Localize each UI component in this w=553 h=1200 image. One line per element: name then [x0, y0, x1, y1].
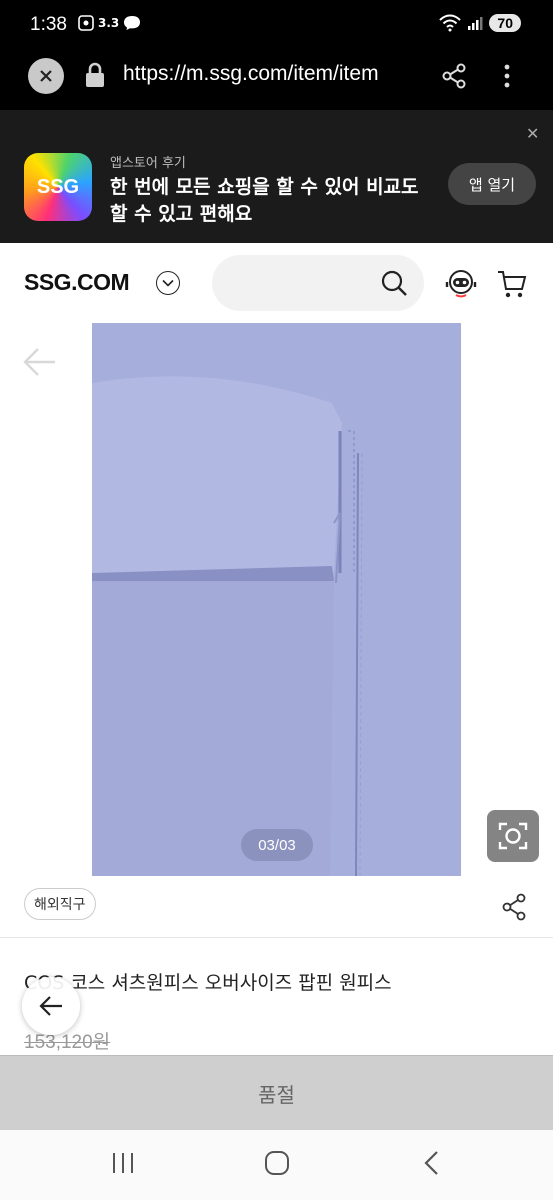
banner-subtitle: 앱스토어 후기: [110, 156, 186, 171]
product-image[interactable]: [92, 323, 461, 876]
status-bar: 1:38 3.3 70: [0, 0, 553, 52]
status-left-icons: 3.3: [78, 15, 141, 31]
product-photo: [92, 323, 461, 876]
status-time: 1:38: [30, 14, 67, 35]
share-icon[interactable]: [501, 893, 527, 921]
site-header: SSG.COM: [0, 243, 553, 323]
open-app-button[interactable]: 앱 열기: [448, 163, 536, 205]
browser-url-bar: https://m.ssg.com/item/item: [0, 52, 553, 110]
home-icon[interactable]: [264, 1150, 290, 1176]
system-navigation-bar: [0, 1130, 553, 1200]
chat-icon: [124, 16, 141, 30]
battery-indicator: 70: [489, 14, 521, 32]
soldout-button[interactable]: 품절: [0, 1055, 553, 1130]
site-logo[interactable]: SSG.COM: [24, 269, 130, 296]
product-title: COS 코스 셔츠원피스 오버사이즈 팝핀 원피스: [24, 972, 392, 994]
divider: [0, 937, 553, 938]
chevron-down-icon[interactable]: [156, 271, 180, 295]
screenshot-icon: [78, 15, 94, 31]
url-text[interactable]: https://m.ssg.com/item/item: [123, 62, 379, 86]
arrow-left-icon[interactable]: [22, 346, 58, 378]
cart-icon[interactable]: [497, 269, 527, 299]
overseas-direct-badge: 해외직구: [24, 888, 96, 920]
banner-title: 한 번에 모든 쇼핑을 할 수 있어 비교도 할 수 있고 편해요: [110, 176, 419, 225]
image-counter: 03/03: [241, 829, 313, 861]
camera-lens-icon: [498, 822, 528, 850]
ssg-app-logo: SSG: [24, 153, 92, 221]
lock-icon: [86, 62, 104, 87]
data-speed: 3.3: [98, 16, 120, 30]
search-input[interactable]: [212, 255, 424, 311]
wifi-icon: [439, 14, 462, 32]
chatbot-icon[interactable]: [444, 267, 478, 301]
app-logo-text: SSG: [36, 175, 80, 198]
arrow-left-icon: [39, 996, 62, 1016]
floating-back-button[interactable]: [22, 977, 80, 1035]
status-right-icons: 70: [439, 14, 521, 32]
visual-search-button[interactable]: [487, 810, 539, 862]
app-install-banner: SSG 앱스토어 후기 한 번에 모든 쇼핑을 할 수 있어 비교도 할 수 있…: [0, 110, 553, 243]
close-icon: [40, 70, 52, 82]
signal-icon: [468, 17, 483, 30]
more-vertical-icon[interactable]: [496, 62, 518, 90]
recent-apps-icon[interactable]: [110, 1150, 136, 1176]
share-icon[interactable]: [440, 62, 468, 90]
banner-close-icon[interactable]: ✕: [526, 124, 539, 143]
close-tab-button[interactable]: [28, 58, 64, 94]
search-icon[interactable]: [380, 269, 408, 297]
back-icon[interactable]: [420, 1150, 446, 1176]
